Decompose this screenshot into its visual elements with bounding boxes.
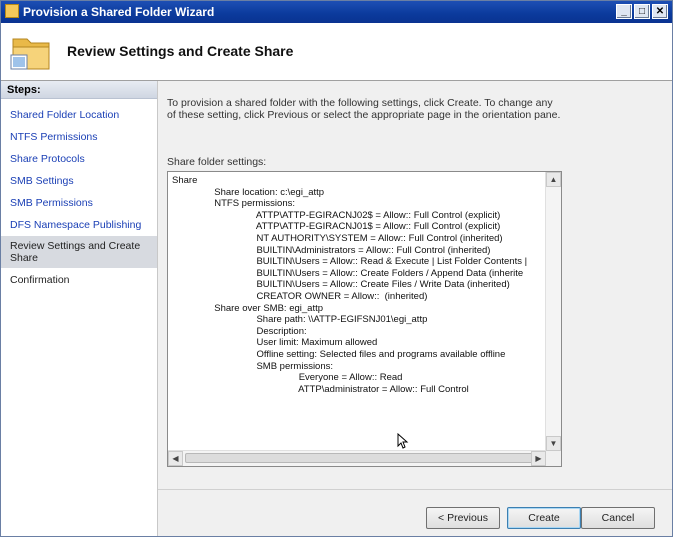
create-button[interactable]: Create <box>507 507 581 529</box>
settings-line: ATTP\administrator = Allow:: Full Contro… <box>172 383 469 395</box>
maximize-button[interactable]: □ <box>634 4 650 19</box>
settings-line: Share location: c:\egi_attp <box>172 186 325 198</box>
settings-line: ATTP\ATTP-EGIRACNJ01$ = Allow:: Full Con… <box>172 221 501 233</box>
settings-line: NTFS permissions: <box>172 198 295 210</box>
settings-text: Share Share location: c:\egi_attp NTFS p… <box>172 175 545 450</box>
page-title: Review Settings and Create Share <box>67 43 294 59</box>
window-title: Provision a Shared Folder Wizard <box>23 5 215 19</box>
title-bar[interactable]: Provision a Shared Folder Wizard _ □ ✕ <box>1 1 672 23</box>
wizard-header: Review Settings and Create Share <box>1 23 672 81</box>
scroll-up-icon[interactable]: ▲ <box>546 172 561 187</box>
horizontal-scroll-thumb[interactable] <box>185 453 537 463</box>
settings-textbox[interactable]: Share Share location: c:\egi_attp NTFS p… <box>167 171 562 467</box>
settings-line: CREATOR OWNER = Allow:: (inherited) <box>172 290 428 302</box>
wizard-window: Provision a Shared Folder Wizard _ □ ✕ R… <box>0 0 673 537</box>
folder-icon <box>10 38 50 70</box>
scroll-down-icon[interactable]: ▼ <box>546 436 561 451</box>
app-icon <box>5 4 19 18</box>
step-review-settings: Review Settings and Create Share <box>1 236 157 268</box>
instructions-text: To provision a shared folder with the fo… <box>167 97 561 121</box>
step-smb-settings[interactable]: SMB Settings <box>1 175 157 187</box>
settings-line: Offline setting: Selected files and prog… <box>172 348 506 360</box>
minimize-button[interactable]: _ <box>616 4 632 19</box>
scroll-right-icon[interactable]: ▶ <box>531 451 546 466</box>
settings-line: Description: <box>172 325 307 337</box>
cancel-button[interactable]: Cancel <box>581 507 655 529</box>
settings-line: SMB permissions: <box>172 360 334 372</box>
settings-line: User limit: Maximum allowed <box>172 337 378 349</box>
settings-label: Share folder settings: <box>167 156 267 168</box>
settings-line: Share over SMB: egi_attp <box>172 302 324 314</box>
step-share-protocols[interactable]: Share Protocols <box>1 153 157 165</box>
step-smb-permissions[interactable]: SMB Permissions <box>1 197 157 209</box>
vertical-scrollbar[interactable]: ▲ ▼ <box>545 172 561 451</box>
settings-line: Share <box>172 175 198 186</box>
horizontal-scrollbar[interactable]: ◀ ▶ <box>168 450 546 466</box>
steps-pane: Steps: Shared Folder Location NTFS Permi… <box>1 81 158 536</box>
step-dfs-namespace-publishing[interactable]: DFS Namespace Publishing <box>1 219 157 231</box>
button-bar: < Previous Create Cancel <box>158 489 672 537</box>
settings-line: BUILTIN\Users = Allow:: Create Files / W… <box>172 279 510 291</box>
settings-line: BUILTIN\Users = Allow:: Read & Execute |… <box>172 256 528 268</box>
previous-button[interactable]: < Previous <box>426 507 500 529</box>
step-shared-folder-location[interactable]: Shared Folder Location <box>1 109 157 121</box>
close-button[interactable]: ✕ <box>652 4 668 19</box>
settings-line: NT AUTHORITY\SYSTEM = Allow:: Full Contr… <box>172 232 503 244</box>
settings-line: Share path: \\ATTP-EGIFSNJ01\egi_attp <box>172 314 428 326</box>
step-ntfs-permissions[interactable]: NTFS Permissions <box>1 131 157 143</box>
step-confirmation: Confirmation <box>10 274 70 286</box>
scroll-left-icon[interactable]: ◀ <box>168 451 183 466</box>
settings-line: BUILTIN\Administrators = Allow:: Full Co… <box>172 244 491 256</box>
scroll-corner <box>546 451 561 466</box>
settings-line: BUILTIN\Users = Allow:: Create Folders /… <box>172 267 524 279</box>
main-pane: To provision a shared folder with the fo… <box>158 81 672 536</box>
mouse-pointer-icon <box>397 433 409 449</box>
settings-line: ATTP\ATTP-EGIRACNJ02$ = Allow:: Full Con… <box>172 209 501 221</box>
steps-heading: Steps: <box>1 81 157 99</box>
settings-line: Everyone = Allow:: Read <box>172 372 403 384</box>
